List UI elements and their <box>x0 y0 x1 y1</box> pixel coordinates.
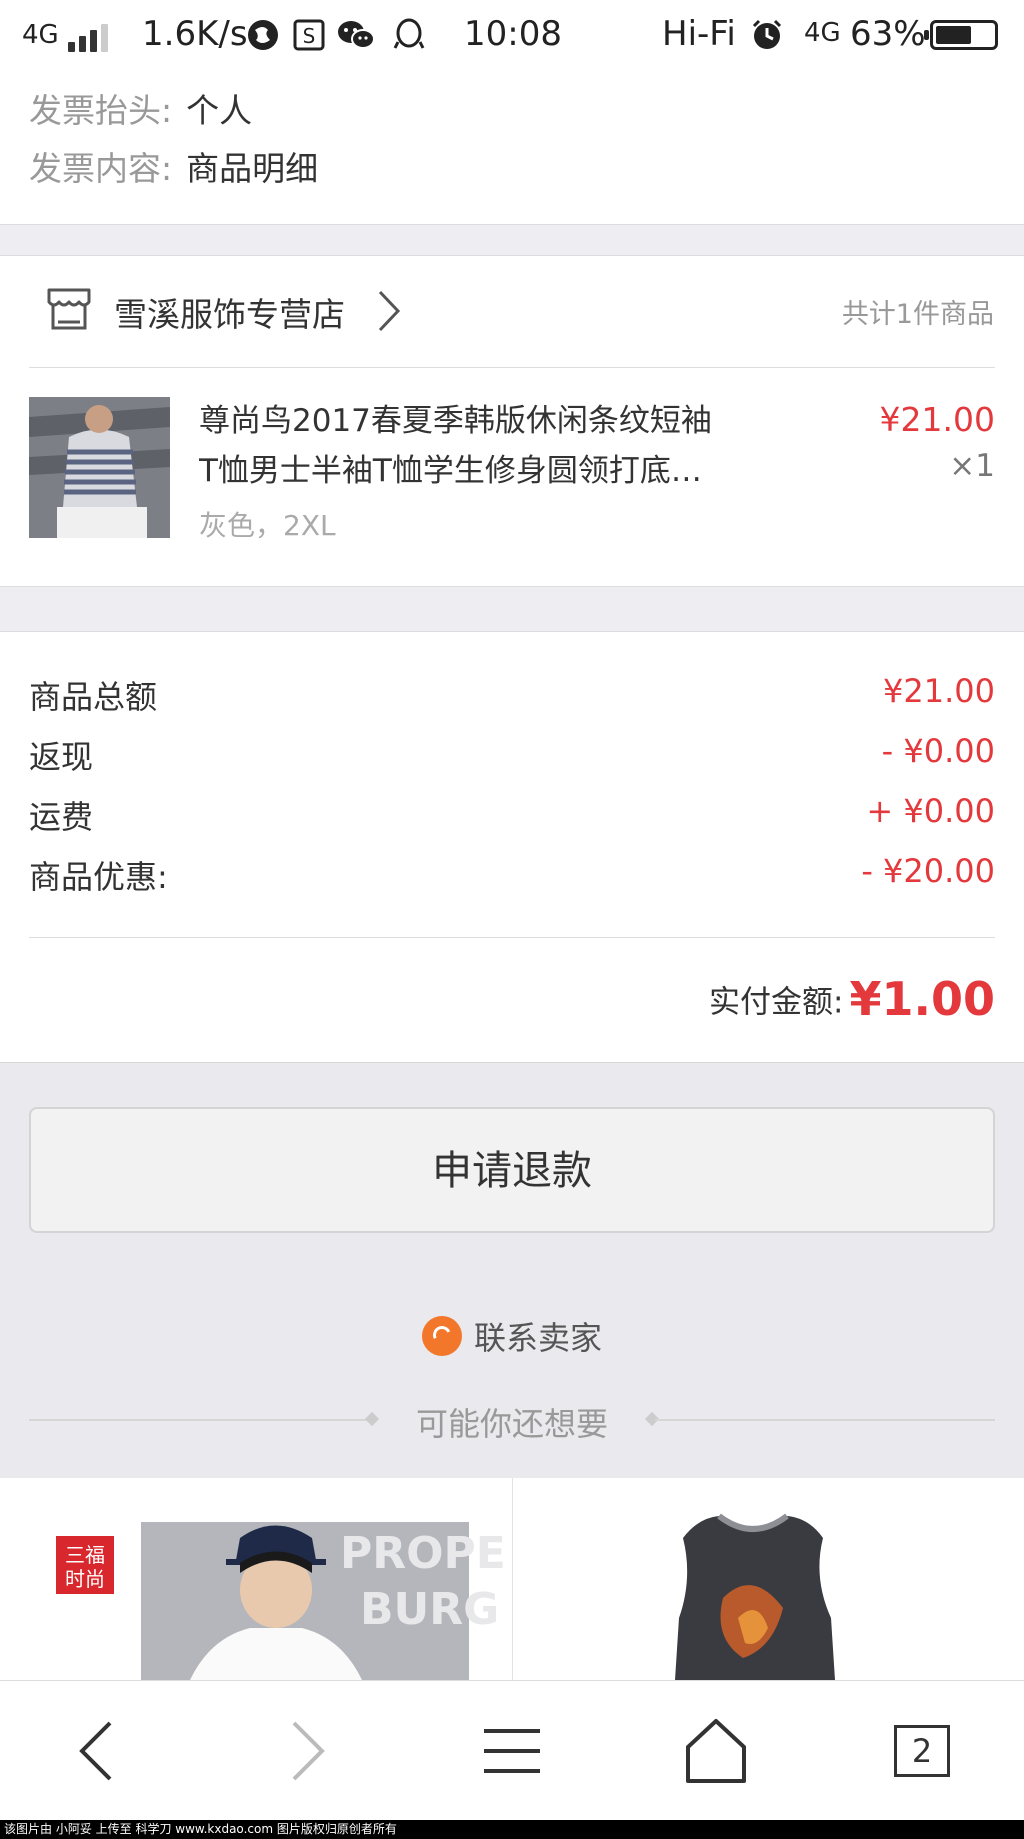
menu-icon[interactable] <box>472 1711 552 1791</box>
summary-value: + ¥0.00 <box>866 792 995 830</box>
contact-seller-link[interactable]: 联系卖家 <box>0 1313 1024 1359</box>
browser-globe-icon <box>248 20 278 50</box>
product-image[interactable] <box>29 397 170 538</box>
chat-bubble-icon <box>421 1316 462 1356</box>
order-summary: 商品总额 ¥21.00 返现 - ¥0.00 运费 + ¥0.00 商品优惠: … <box>0 632 1024 1062</box>
recommended-products: 三福 时尚 PROPE BURG <box>0 1478 1024 1680</box>
status-bar: 4G 1.6K/s S 10:08 Hi-Fi 4G 63% <box>0 0 1024 72</box>
battery-percent: 63% <box>850 14 926 54</box>
recommended-item[interactable] <box>513 1478 1024 1680</box>
section-gap <box>0 586 1024 632</box>
product-title-link[interactable]: 尊尚鸟2017春夏季韩版休闲条纹短袖 T恤男士半袖T恤学生修身圆领打底… <box>199 396 779 496</box>
network-type: 4G <box>22 20 59 50</box>
item-count: 共计1件商品 <box>841 299 994 330</box>
summary-row-shipping: 运费 + ¥0.00 <box>29 792 995 842</box>
invoice-title-label: 发票抬头: <box>29 91 173 130</box>
summary-row-discount: 商品优惠: - ¥20.00 <box>29 852 995 902</box>
hifi-indicator: Hi-Fi <box>662 14 736 54</box>
brand-badge-line1: 三福 <box>65 1543 105 1567</box>
qq-icon <box>393 18 425 49</box>
contact-seller-label: 联系卖家 <box>473 1319 602 1357</box>
product-title-line2: T恤男士半袖T恤学生修身圆领打底… <box>199 453 702 489</box>
divider <box>29 367 995 368</box>
signal-icon <box>68 22 120 52</box>
summary-row-total: 商品总额 ¥21.00 <box>29 672 995 722</box>
home-icon[interactable] <box>676 1711 756 1791</box>
invoice-info: 发票抬头: 个人 发票内容: 商品明细 <box>0 72 1024 224</box>
product-quantity: ×1 <box>949 448 995 484</box>
store-name-link[interactable]: 雪溪服饰专营店 <box>114 288 345 336</box>
product-price: ¥21.00 <box>879 400 995 439</box>
summary-value: ¥21.00 <box>883 672 995 710</box>
invoice-title-row: 发票抬头: 个人 <box>29 84 252 132</box>
browser-bottom-nav: 2 <box>0 1680 1024 1820</box>
invoice-content-row: 发票内容: 商品明细 <box>29 142 318 190</box>
summary-label: 运费 <box>29 798 94 836</box>
summary-value: - ¥0.00 <box>881 732 995 770</box>
background-text-1: PROPE <box>340 1528 506 1579</box>
paid-amount-row: 实付金额: ¥1.00 <box>709 972 995 1026</box>
svg-text:S: S <box>303 24 316 48</box>
background-text-2: BURG <box>360 1584 499 1635</box>
summary-label: 返现 <box>29 738 94 776</box>
summary-label: 商品优惠: <box>29 858 168 896</box>
divider <box>29 937 995 938</box>
forward-arrow-icon[interactable] <box>266 1711 346 1791</box>
tabs-count-button[interactable]: 2 <box>894 1725 950 1777</box>
paid-amount-value: ¥1.00 <box>849 972 995 1026</box>
watermark-text: 该图片由 小阿妥 上传至 科学刀 www.kxdao.com 图片版权归原创者所… <box>0 1820 1024 1839</box>
order-shop-section: 雪溪服饰专营店 共计1件商品 尊尚鸟2017春夏季韩版休闲条纹短袖 T恤男士半袖… <box>0 256 1024 586</box>
summary-label: 商品总额 <box>29 678 158 716</box>
alarm-icon <box>752 19 782 49</box>
product-variant: 灰色，2XL <box>199 509 336 542</box>
back-arrow-icon[interactable] <box>58 1711 138 1791</box>
apply-refund-button[interactable]: 申请退款 <box>29 1107 995 1233</box>
summary-value: - ¥20.00 <box>861 852 995 890</box>
battery-icon <box>924 20 998 50</box>
divider <box>655 1419 995 1421</box>
product-title-line1: 尊尚鸟2017春夏季韩版休闲条纹短袖 <box>199 403 712 439</box>
store-icon <box>47 288 91 330</box>
recommended-item[interactable]: 三福 时尚 PROPE BURG <box>0 1478 511 1680</box>
recommend-title: 可能你还想要 <box>415 1405 608 1443</box>
invoice-title-value: 个人 <box>186 91 253 130</box>
actions-area: 申请退款 联系卖家 可能你还想要 <box>0 1062 1024 1478</box>
summary-row-cashback: 返现 - ¥0.00 <box>29 732 995 782</box>
network-speed: 1.6K/s <box>142 14 248 54</box>
section-gap <box>0 224 1024 256</box>
brand-badge-line2: 时尚 <box>65 1567 105 1591</box>
notification-s-icon: S <box>293 19 325 51</box>
chevron-right-icon[interactable] <box>370 288 406 334</box>
invoice-content-value: 商品明细 <box>186 149 319 188</box>
wechat-icon <box>338 21 375 49</box>
network-type-right: 4G <box>804 18 841 48</box>
paid-amount-label: 实付金额: <box>709 984 844 1021</box>
invoice-content-label: 发票内容: <box>29 149 173 188</box>
clock: 10:08 <box>464 14 562 54</box>
